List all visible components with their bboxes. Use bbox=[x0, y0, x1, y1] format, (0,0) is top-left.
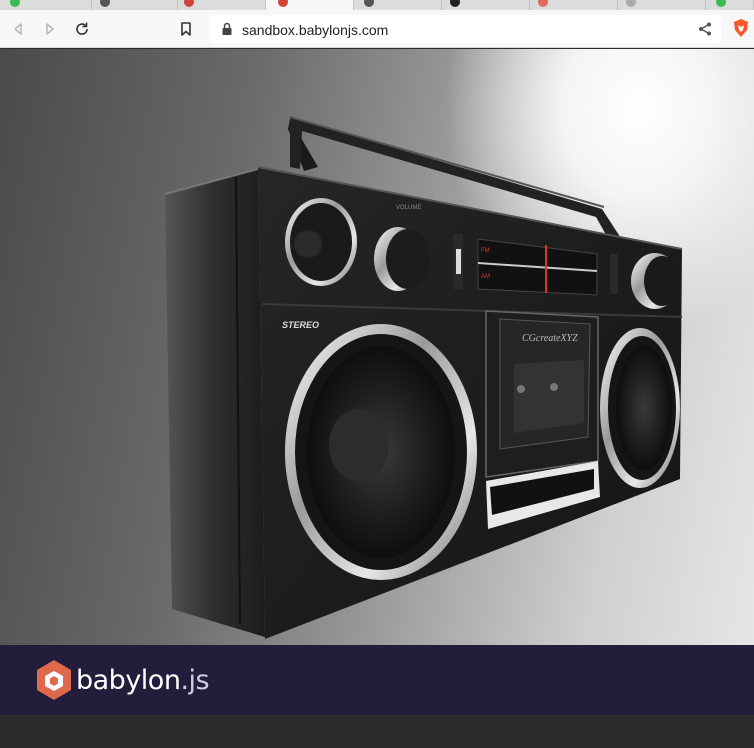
brand-label: CGcreateXYZ bbox=[522, 333, 578, 344]
babylon-favicon-icon bbox=[278, 0, 288, 7]
back-button[interactable] bbox=[8, 19, 28, 39]
page-background bbox=[0, 715, 754, 748]
volume-label: VOLUME bbox=[396, 205, 421, 211]
brand-name: babylon bbox=[76, 665, 181, 696]
tab-favicon-icon bbox=[450, 0, 460, 7]
babylon-3d-canvas[interactable]: VOLUME FM AM STEREO CGcreateXYZ bbox=[0, 49, 754, 645]
tab-favicon-icon bbox=[626, 0, 636, 7]
tab-favicon-icon bbox=[10, 0, 20, 7]
bookmark-button[interactable] bbox=[176, 19, 196, 39]
tab-9[interactable] bbox=[706, 0, 754, 10]
tab-favicon-icon bbox=[184, 0, 194, 7]
browser-toolbar: sandbox.babylonjs.com bbox=[0, 10, 754, 48]
address-bar[interactable]: sandbox.babylonjs.com bbox=[209, 15, 721, 43]
stereo-label: STEREO bbox=[282, 320, 319, 330]
am-label: AM bbox=[481, 274, 490, 280]
url-text: sandbox.babylonjs.com bbox=[242, 22, 389, 38]
tab-active[interactable] bbox=[266, 0, 354, 10]
tab-7[interactable] bbox=[530, 0, 618, 10]
share-icon[interactable] bbox=[697, 21, 713, 37]
github-icon bbox=[100, 0, 110, 7]
forward-button[interactable] bbox=[40, 19, 60, 39]
tab-5[interactable] bbox=[354, 0, 442, 10]
tab-6[interactable] bbox=[442, 0, 530, 10]
github-icon bbox=[364, 0, 374, 7]
brand-suffix: .js bbox=[180, 665, 210, 696]
babylon-footer: babylon.js bbox=[0, 645, 754, 715]
babylon-logo-text[interactable]: babylon.js bbox=[76, 665, 210, 696]
tab-favicon-icon bbox=[716, 0, 726, 7]
lock-icon bbox=[222, 22, 232, 35]
babylon-logo-icon[interactable] bbox=[36, 659, 72, 701]
brave-shield-icon[interactable] bbox=[732, 18, 750, 38]
forward-arrow-icon bbox=[46, 23, 54, 35]
reload-icon bbox=[76, 22, 88, 35]
tab-1[interactable] bbox=[0, 0, 92, 10]
fm-label: FM bbox=[481, 248, 490, 254]
reload-button[interactable] bbox=[72, 19, 92, 39]
tab-8[interactable] bbox=[618, 0, 706, 10]
tab-3[interactable] bbox=[178, 0, 266, 10]
tab-2[interactable] bbox=[92, 0, 178, 10]
bookmark-icon bbox=[181, 22, 191, 36]
tab-favicon-icon bbox=[538, 0, 548, 7]
back-arrow-icon bbox=[14, 23, 22, 35]
boombox-model: VOLUME FM AM STEREO CGcreateXYZ bbox=[164, 116, 683, 639]
tab-strip bbox=[0, 0, 754, 10]
